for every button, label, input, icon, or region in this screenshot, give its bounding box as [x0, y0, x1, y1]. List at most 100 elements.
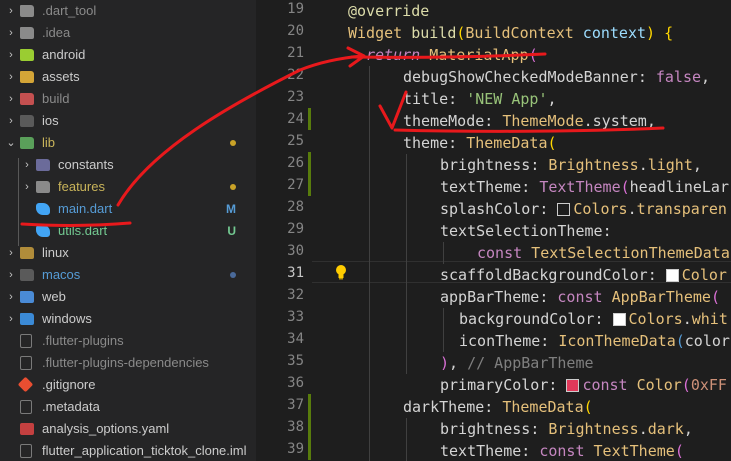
constants-folder-icon — [36, 159, 50, 171]
code-token: , — [449, 354, 468, 372]
tree-item-label: assets — [42, 69, 80, 84]
chevron-right-icon[interactable]: › — [6, 66, 16, 88]
dart-file-icon — [36, 203, 50, 215]
code-line-27[interactable]: textTheme: TextTheme(headlineLar — [440, 176, 729, 198]
code-line-28[interactable]: splashColor: Colors.transparen — [440, 198, 727, 220]
code-token: splashColor — [440, 200, 540, 218]
line-number-gutter: 19 20 21 22 23 24 25 26 27 28 29 30 31 32 33 34 35 36 37 38… — [256, 0, 312, 461]
tree-item-main-dart[interactable]: main.dart M — [0, 198, 256, 220]
code-token: : — [521, 442, 540, 460]
git-change-marker — [308, 394, 311, 460]
code-token: , — [547, 90, 557, 108]
code-line-38[interactable]: brightness: Brightness.dark, — [440, 418, 693, 440]
code-token: title — [403, 90, 449, 108]
tree-item-label: web — [42, 289, 66, 304]
code-token: ThemeData — [502, 398, 584, 416]
tree-item-dart-tool[interactable]: › .dart_tool — [0, 0, 256, 22]
code-token: ( — [547, 134, 557, 152]
code-token: : — [448, 134, 467, 152]
code-token: : — [484, 112, 503, 130]
code-line-21[interactable]: return MaterialApp( — [366, 44, 538, 66]
line-number: 30 — [287, 243, 304, 259]
ios-folder-icon — [20, 115, 34, 127]
code-line-36[interactable]: primaryColor: const Color(0xFF — [440, 374, 727, 396]
code-token: . — [638, 156, 648, 174]
yaml-file-icon — [20, 423, 34, 435]
code-token: Color — [681, 266, 727, 284]
chevron-right-icon[interactable]: › — [22, 154, 32, 176]
color-swatch-transparent[interactable] — [557, 203, 571, 216]
chevron-right-icon[interactable]: › — [22, 176, 32, 198]
chevron-right-icon[interactable]: › — [6, 264, 16, 286]
code-line-26[interactable]: brightness: Brightness.light, — [440, 154, 702, 176]
code-token: ( — [583, 398, 593, 416]
tree-item-linux[interactable]: › linux — [0, 242, 256, 264]
chevron-right-icon[interactable]: › — [6, 22, 16, 44]
code-token: ( — [620, 178, 630, 196]
chevron-right-icon[interactable]: › — [6, 44, 16, 66]
chevron-right-icon[interactable]: › — [6, 88, 16, 110]
code-token: false — [655, 68, 702, 86]
code-line-30[interactable]: const TextSelectionThemeData — [477, 242, 730, 264]
code-token: ThemeData — [466, 134, 548, 152]
tree-item-flutter-plugins-dependencies[interactable]: .flutter-plugins-dependencies — [0, 352, 256, 374]
tree-item-windows[interactable]: › windows — [0, 308, 256, 330]
tree-item-macos[interactable]: › macos — [0, 264, 256, 286]
code-token: backgroundColor — [459, 310, 595, 328]
code-token: scaffoldBackgroundColor — [440, 266, 648, 284]
code-line-24[interactable]: themeMode: ThemeMode.system, — [403, 110, 656, 132]
code-line-29[interactable]: textSelectionTheme: — [440, 220, 612, 242]
color-swatch-primary[interactable] — [566, 379, 580, 392]
line-number: 29 — [287, 221, 304, 237]
chevron-right-icon[interactable]: › — [6, 308, 16, 330]
line-number: 31 — [287, 265, 304, 281]
chevron-right-icon[interactable]: › — [6, 110, 16, 132]
lightbulb-icon[interactable] — [334, 264, 348, 280]
chevron-right-icon[interactable]: › — [6, 0, 16, 22]
code-token: ThemeMode — [502, 112, 584, 130]
code-token: ) — [440, 354, 450, 372]
color-swatch-white[interactable] — [612, 313, 626, 326]
tree-item-utils-dart[interactable]: utils.dart U — [0, 220, 256, 242]
code-line-19[interactable]: @override — [348, 0, 429, 22]
tree-item-android[interactable]: › android — [0, 44, 256, 66]
color-swatch-white[interactable] — [665, 269, 679, 282]
tree-item-assets[interactable]: › assets — [0, 66, 256, 88]
tree-item-lib[interactable]: ⌄ lib — [0, 132, 256, 154]
code-token: appBarTheme — [440, 288, 540, 306]
code-token: AppBarTheme — [602, 288, 711, 306]
code-line-34[interactable]: iconTheme: IconThemeData(color — [459, 330, 730, 352]
code-line-39[interactable]: textTheme: const TextTheme( — [440, 440, 684, 461]
chevron-down-icon[interactable]: ⌄ — [6, 132, 16, 154]
tree-item-build[interactable]: › build — [0, 88, 256, 110]
code-line-31[interactable]: scaffoldBackgroundColor: Color — [440, 264, 727, 286]
code-line-22[interactable]: debugShowCheckedModeBanner: false, — [403, 66, 710, 88]
tree-item-flutter-plugins[interactable]: .flutter-plugins — [0, 330, 256, 352]
code-token: TextTheme — [539, 178, 621, 196]
tree-item-metadata[interactable]: .metadata — [0, 396, 256, 418]
linux-folder-icon — [20, 247, 34, 259]
chevron-right-icon[interactable]: › — [6, 286, 16, 308]
code-line-32[interactable]: appBarTheme: const AppBarTheme( — [440, 286, 720, 308]
code-editor[interactable]: 19 20 21 22 23 24 25 26 27 28 29 30 31 32 33 34 35 36 37 38… — [256, 0, 731, 461]
code-token: Colors — [628, 310, 683, 328]
tree-item-idea[interactable]: › .idea — [0, 22, 256, 44]
tree-item-features[interactable]: › features — [0, 176, 256, 198]
file-icon — [20, 444, 32, 458]
tree-item-gitignore[interactable]: .gitignore — [0, 374, 256, 396]
git-change-marker — [308, 152, 311, 174]
code-token: TextTheme — [584, 442, 675, 460]
code-line-37[interactable]: darkTheme: ThemeData( — [403, 396, 593, 418]
chevron-right-icon[interactable]: › — [6, 242, 16, 264]
tree-item-analysis-options-yaml[interactable]: analysis_options.yaml — [0, 418, 256, 440]
code-line-35[interactable]: ), // AppBarTheme — [440, 352, 594, 374]
code-line-23[interactable]: title: 'NEW App', — [403, 88, 557, 110]
tree-item-web[interactable]: › web — [0, 286, 256, 308]
code-token: : — [448, 90, 467, 108]
tree-item-ios[interactable]: › ios — [0, 110, 256, 132]
code-line-25[interactable]: theme: ThemeData( — [403, 132, 557, 154]
tree-item-constants[interactable]: › constants — [0, 154, 256, 176]
tree-item-flutter-application-ticktok-clone-iml[interactable]: flutter_application_ticktok_clone.iml — [0, 440, 256, 461]
code-line-33[interactable]: backgroundColor: Colors.whit — [459, 308, 728, 330]
code-line-20[interactable]: Widget build(BuildContext context) { — [348, 22, 673, 44]
